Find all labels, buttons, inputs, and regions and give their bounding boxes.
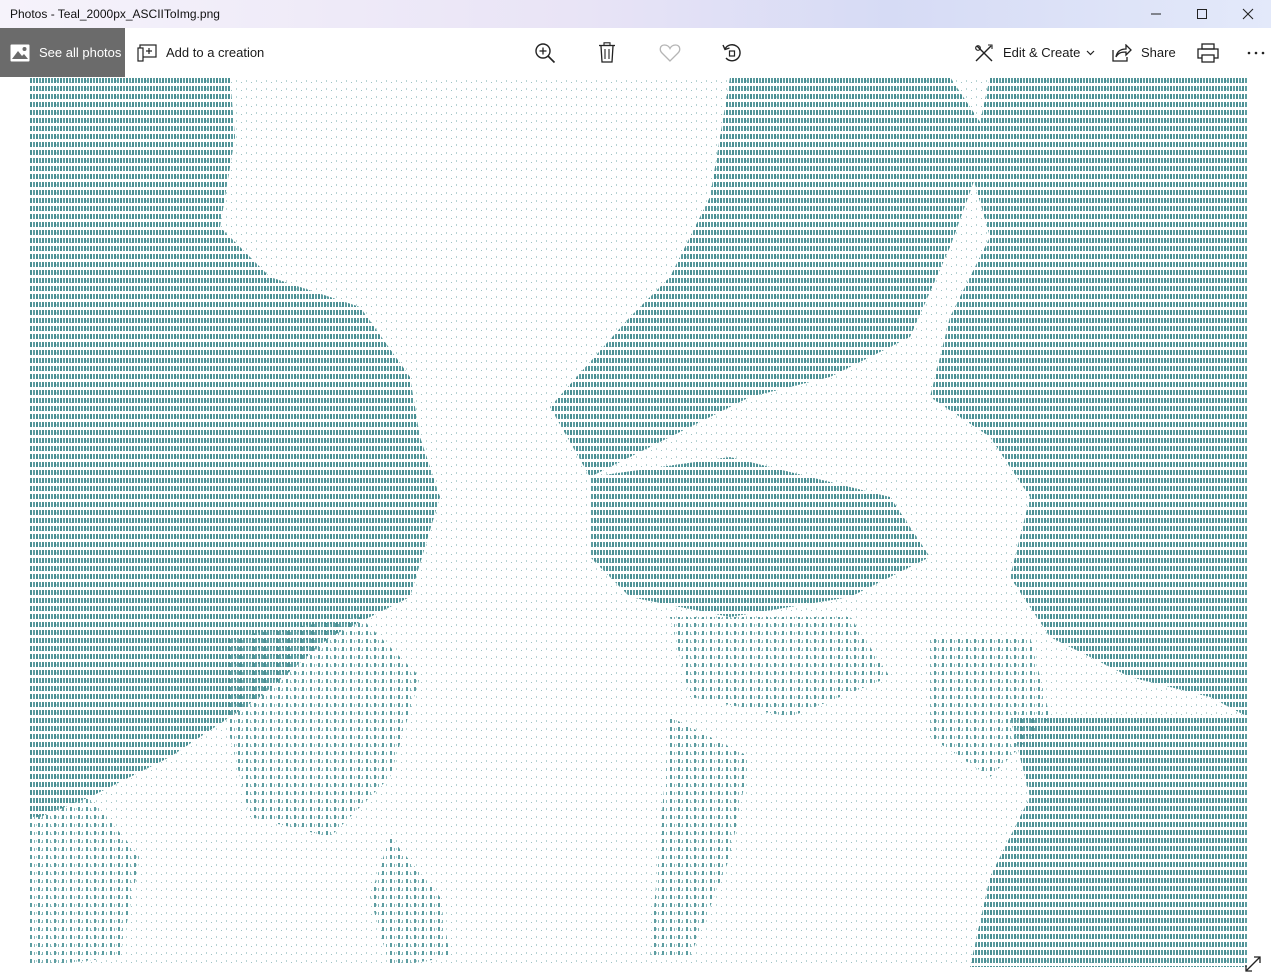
image-viewport bbox=[0, 77, 1271, 980]
add-to-creation-button[interactable]: Add to a creation bbox=[137, 28, 264, 77]
more-options-button[interactable] bbox=[1236, 28, 1271, 77]
window-title: Photos - Teal_2000px_ASCIIToImg.png bbox=[10, 7, 220, 21]
add-creation-icon bbox=[137, 43, 157, 62]
favorite-button[interactable] bbox=[650, 28, 690, 77]
fullscreen-icon bbox=[1245, 956, 1261, 972]
print-icon bbox=[1197, 42, 1219, 63]
ascii-art-image bbox=[30, 77, 1248, 967]
toolbar: See all photos Add to a creation Edit & … bbox=[0, 28, 1271, 77]
edit-create-icon bbox=[974, 43, 994, 63]
see-all-photos-button[interactable]: See all photos bbox=[0, 28, 125, 77]
zoom-in-icon bbox=[535, 42, 556, 63]
image-icon bbox=[10, 44, 30, 62]
share-button[interactable]: Share bbox=[1112, 28, 1176, 77]
share-icon bbox=[1112, 43, 1132, 62]
zoom-button[interactable] bbox=[525, 28, 565, 77]
see-all-photos-label: See all photos bbox=[39, 45, 122, 60]
window-controls bbox=[1133, 0, 1271, 28]
maximize-icon bbox=[1197, 9, 1207, 19]
close-button[interactable] bbox=[1225, 0, 1271, 28]
maximize-button[interactable] bbox=[1179, 0, 1225, 28]
edit-create-button[interactable]: Edit & Create bbox=[974, 28, 1095, 77]
close-icon bbox=[1242, 8, 1254, 20]
print-button[interactable] bbox=[1188, 28, 1228, 77]
fullscreen-button[interactable] bbox=[1241, 952, 1265, 976]
title-bar: Photos - Teal_2000px_ASCIIToImg.png bbox=[0, 0, 1271, 28]
edit-create-label: Edit & Create bbox=[1003, 45, 1081, 60]
delete-button[interactable] bbox=[587, 28, 627, 77]
trash-icon bbox=[599, 42, 615, 63]
rotate-button[interactable] bbox=[712, 28, 752, 77]
more-icon bbox=[1247, 51, 1265, 54]
minimize-icon bbox=[1151, 13, 1161, 15]
minimize-button[interactable] bbox=[1133, 0, 1179, 28]
add-to-creation-label: Add to a creation bbox=[166, 45, 265, 60]
chevron-down-icon bbox=[1086, 50, 1095, 56]
share-label: Share bbox=[1141, 45, 1176, 60]
rotate-icon bbox=[722, 43, 741, 61]
heart-icon bbox=[659, 43, 681, 62]
